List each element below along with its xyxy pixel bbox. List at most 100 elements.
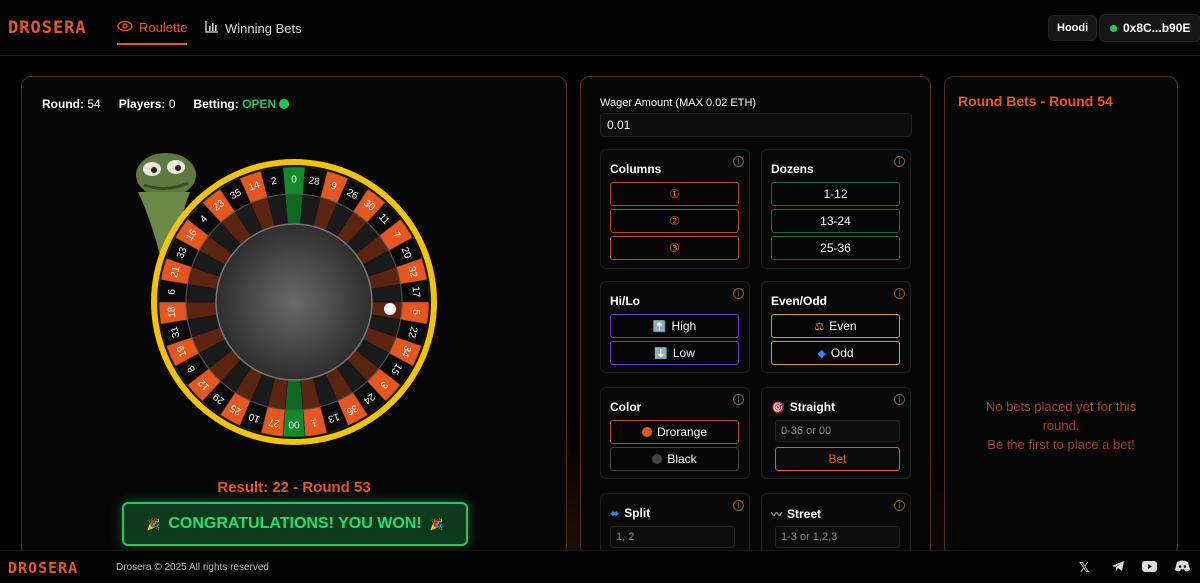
info-icon[interactable]: i [894,156,905,167]
wheel-number: 28 [308,175,321,188]
wave-icon: 〰 [771,509,782,521]
dozen-2-button[interactable]: 13-24 [771,209,900,233]
tab-label: Winning Bets [225,20,302,36]
last-result: Result: 22 - Round 53 [217,479,371,496]
bar-chart-icon [205,20,219,36]
info-icon[interactable]: i [894,394,905,405]
columns-card: Columns i ① ② ③ [600,149,750,269]
betting-status: OPEN [242,97,277,111]
round-stats: Round: 54 Players: 0 Betting: OPEN [42,97,290,111]
round-bets-panel: Round Bets - Round 54 No bets placed yet… [944,76,1178,556]
info-icon[interactable]: i [733,394,744,405]
arrow-up-icon: ⬆️ [652,320,667,333]
copyright: Drosera © 2025 All rights reserved [116,562,269,573]
arrow-down-icon: ⬇️ [654,347,668,360]
straight-title-row: 🎯 Straight [771,400,836,414]
info-icon[interactable]: i [894,288,905,299]
color-card: Color i Drorange Black [600,387,750,479]
players-value: 0 [168,97,176,111]
straight-bet-button[interactable]: Bet [775,447,900,471]
orange-dot-icon [641,427,652,437]
wheel-number: 17 [410,286,422,298]
wheel-number: 27 [267,416,280,429]
party-popper-icon: 🎉 [146,518,161,531]
drosera-logo[interactable]: DROSERA [8,18,87,38]
wheel-pocket-inner [284,193,304,225]
straight-input[interactable]: 0-36 or 00 [775,420,900,442]
columns-title: Columns [610,162,662,176]
street-title-row: 〰 Street [771,507,822,521]
tab-winning-bets[interactable]: Winning Bets [205,20,302,44]
players-label: Players: [118,97,166,111]
evenodd-title: Even/Odd [771,294,828,308]
youtube-icon[interactable] [1142,560,1157,575]
network-badge[interactable]: Hoodi [1048,15,1098,41]
round-bets-title: Round Bets - Round 54 [958,93,1113,109]
empty-line-2: Be the first to place a bet! [987,437,1135,452]
connected-dot-icon [1110,24,1117,32]
status-dot-icon [279,99,290,109]
split-icon: ⬌ [610,507,620,520]
round-value: 54 [87,97,101,111]
target-icon: 🎯 [771,401,785,414]
win-text: CONGRATULATIONS! YOU WON! [168,515,422,532]
betting-label: Betting: [193,97,239,111]
color-title: Color [610,400,642,414]
straight-card: 🎯 Straight i 0-36 or 00 Bet [761,387,911,479]
roulette-wheel: 0 28 9263011720321752234153243613100271025… [151,159,437,445]
info-icon[interactable]: i [733,156,744,167]
dozen-3-button[interactable]: 25-36 [771,236,900,260]
tab-roulette[interactable]: Roulette [117,20,188,45]
column-1-button[interactable]: ① [610,182,739,206]
wheel-hub [215,223,373,381]
betting-panel: Wager Amount (MAX 0.02 ETH) Columns i ① … [580,76,931,557]
tab-label: Roulette [139,20,188,35]
win-banner: 🎉 CONGRATULATIONS! YOU WON! 🎉 [122,502,468,546]
roulette-ball [384,303,396,315]
x-icon[interactable]: 𝕏 [1079,560,1089,576]
hilo-title: Hi/Lo [610,294,640,308]
info-icon[interactable]: i [894,500,905,511]
wheel-pocket-inner [284,379,304,411]
odd-button[interactable]: ◆ Odd [771,341,900,365]
empty-line-1: No bets placed yet for this round. [985,399,1137,433]
footer-logo[interactable]: DROSERA [8,559,78,577]
empty-state: No bets placed yet for this round. Be th… [945,397,1177,454]
eye-icon [117,20,133,35]
street-input[interactable]: 1-3 or 1,2,3 [775,526,900,548]
hilo-card: Hi/Lo i ⬆️ High ⬇️ Low [600,281,750,373]
telegram-icon[interactable] [1111,560,1125,575]
wager-input[interactable] [600,113,912,137]
dozens-card: Dozens i 1-12 13-24 25-36 [761,149,911,269]
split-input[interactable]: 1, 2 [610,526,735,548]
dozen-1-button[interactable]: 1-12 [771,182,900,206]
black-dot-icon [652,454,663,464]
dozens-title: Dozens [771,162,814,176]
drorange-button[interactable]: Drorange [610,420,739,444]
split-title-row: ⬌ Split [610,506,651,520]
wallet-address: 0x8C...b90E [1123,21,1191,35]
info-icon[interactable]: i [733,288,744,299]
column-3-button[interactable]: ③ [610,236,739,260]
roulette-panel: Round: 54 Players: 0 Betting: OPEN 0 28 9 2… [21,76,567,556]
party-popper-icon: 🎉 [429,518,444,531]
round-label: Round: [42,97,84,111]
wager-label: Wager Amount (MAX 0.02 ETH) [600,97,757,109]
split-card: ⬌ Split i 1, 2 [600,493,750,557]
top-navbar: DROSERA Roulette Winning Bets Hoodi 0x8C… [0,0,1200,56]
wheel-number: 00 [288,419,300,430]
wheel-number: 0 [291,175,297,186]
column-2-button[interactable]: ② [610,209,739,233]
footer: DROSERA Drosera © 2025 All rights reserv… [0,550,1200,583]
even-button[interactable]: ⚖ Even [771,314,900,338]
wallet-button[interactable]: 0x8C...b90E [1099,14,1200,42]
wheel-number: 18 [166,306,178,318]
balance-scale-icon: ⚖ [814,320,825,333]
info-icon[interactable]: i [733,500,744,511]
black-button[interactable]: Black [610,447,739,471]
evenodd-card: Even/Odd i ⚖ Even ◆ Odd [761,281,911,373]
street-card: 〰 Street i 1-3 or 1,2,3 [761,493,911,557]
low-button[interactable]: ⬇️ Low [610,341,739,365]
discord-icon[interactable] [1175,560,1190,575]
high-button[interactable]: ⬆️ High [610,314,739,338]
